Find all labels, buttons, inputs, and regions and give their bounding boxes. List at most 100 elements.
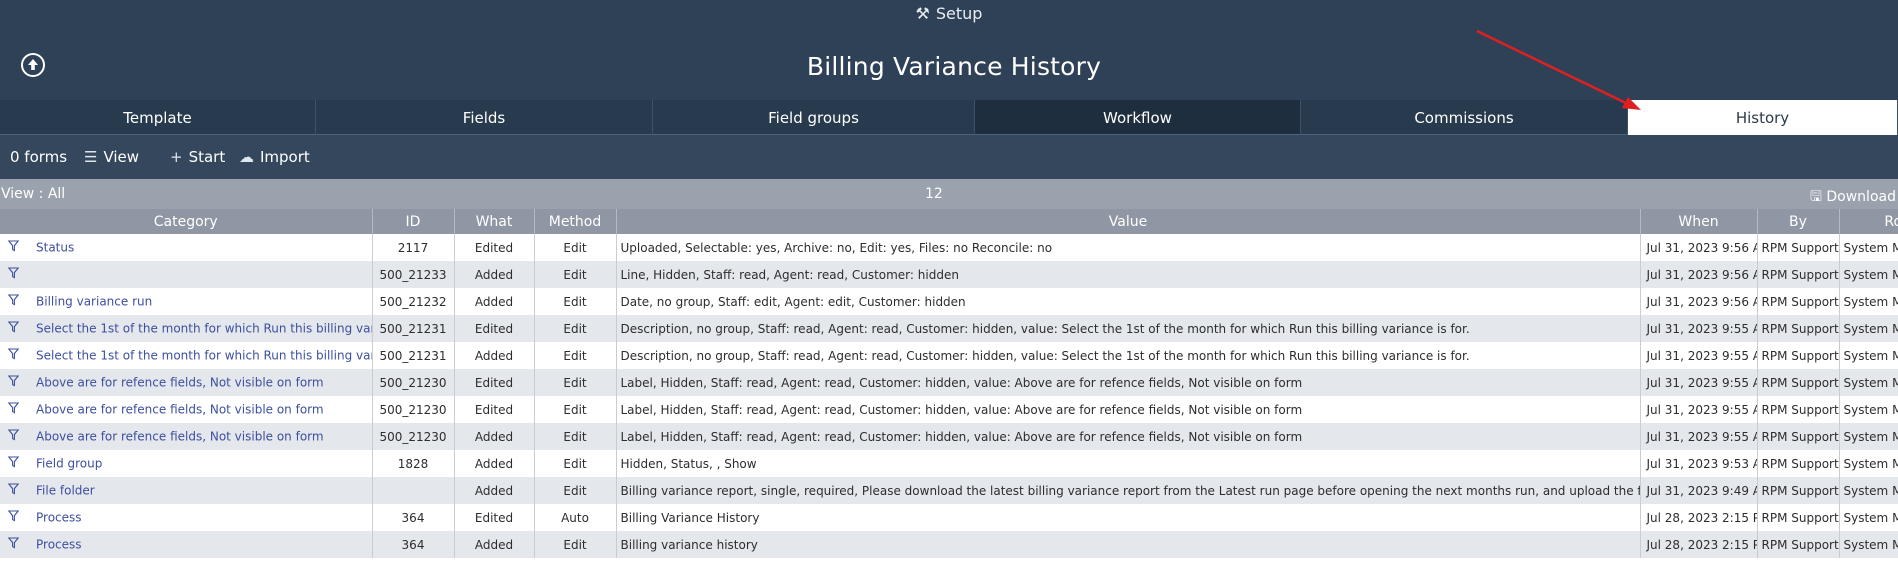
filter-funnel-icon[interactable] bbox=[7, 375, 22, 390]
cell-category: Process bbox=[0, 504, 373, 531]
download-button[interactable]: 🖫 Download bbox=[1810, 186, 1896, 210]
tab-commissions[interactable]: Commissions bbox=[1301, 100, 1628, 135]
table-row[interactable]: Process 364 Edited Auto Billing Variance His… bbox=[0, 504, 1898, 531]
category-link[interactable]: Process bbox=[36, 538, 82, 552]
filter-funnel-icon[interactable] bbox=[7, 240, 22, 255]
table-row[interactable]: Select the 1st of the month for which Ru… bbox=[0, 342, 1898, 369]
tab-template[interactable]: Template bbox=[0, 100, 316, 135]
cell-id: 500_21231 bbox=[372, 315, 455, 342]
start-button[interactable]: + Start bbox=[170, 148, 225, 166]
tab-workflow[interactable]: Workflow bbox=[975, 100, 1301, 135]
tab-field-groups[interactable]: Field groups bbox=[653, 100, 975, 135]
category-link[interactable]: Billing variance run bbox=[36, 295, 152, 309]
table-row[interactable]: Above are for refence fields, Not visibl… bbox=[0, 396, 1898, 423]
cell-what: Edited bbox=[454, 315, 535, 342]
download-tray-icon: 🖫 bbox=[1810, 189, 1822, 205]
cell-id: 500_21230 bbox=[372, 423, 455, 450]
table-row[interactable]: Billing variance run 500_21232 Added Edit Da… bbox=[0, 288, 1898, 315]
cell-when: Jul 31, 2023 9:55 AM bbox=[1640, 396, 1758, 423]
cell-when: Jul 31, 2023 9:49 AM bbox=[1640, 477, 1758, 504]
import-button[interactable]: ☁ Import bbox=[239, 148, 310, 166]
category-link[interactable]: Above are for refence fields, Not visibl… bbox=[36, 376, 324, 390]
column-header-id[interactable]: ID bbox=[372, 209, 455, 234]
filter-funnel-icon[interactable] bbox=[7, 294, 22, 309]
tab-fields[interactable]: Fields bbox=[316, 100, 653, 135]
view-filter-label[interactable]: View : All bbox=[1, 186, 65, 202]
cell-category: Above are for refence fields, Not visibl… bbox=[0, 396, 373, 423]
cell-what: Added bbox=[454, 477, 535, 504]
column-header-by[interactable]: By bbox=[1757, 209, 1840, 234]
column-header-what[interactable]: What bbox=[454, 209, 535, 234]
cell-method: Edit bbox=[534, 369, 617, 396]
column-header-role[interactable]: Role bbox=[1839, 209, 1898, 234]
table-row[interactable]: Process 364 Added Edit Billing variance hist… bbox=[0, 531, 1898, 558]
setup-link[interactable]: ⚒ Setup bbox=[0, 4, 1898, 23]
tab-history[interactable]: History bbox=[1628, 100, 1898, 136]
cell-id: 500_21233 bbox=[372, 261, 455, 288]
cell-what: Edited bbox=[454, 396, 535, 423]
filter-funnel-icon[interactable] bbox=[7, 483, 22, 498]
filter-funnel-icon[interactable] bbox=[7, 267, 22, 282]
setup-label: Setup bbox=[935, 4, 983, 23]
cell-by: RPM Support bbox=[1757, 423, 1840, 450]
table-body: Status 2117 Edited Edit Uploaded, Selectable… bbox=[0, 234, 1898, 558]
cell-value: Line, Hidden, Staff: read, Agent: read, … bbox=[616, 261, 1641, 288]
category-link[interactable]: File folder bbox=[36, 484, 95, 498]
column-header-value[interactable]: Value bbox=[616, 209, 1641, 234]
table-row[interactable]: 500_21233 Added Edit Line, Hidden, Staff: r… bbox=[0, 261, 1898, 288]
cell-category: Process bbox=[0, 531, 373, 558]
table-row[interactable]: Status 2117 Edited Edit Uploaded, Selectable… bbox=[0, 234, 1898, 261]
table-row[interactable]: Above are for refence fields, Not visibl… bbox=[0, 423, 1898, 450]
filter-funnel-icon[interactable] bbox=[7, 510, 22, 525]
cell-id: 500_21230 bbox=[372, 396, 455, 423]
cell-role: System Manager bbox=[1839, 396, 1898, 423]
cell-what: Added bbox=[454, 423, 535, 450]
cell-by: RPM Support bbox=[1757, 369, 1840, 396]
cell-category: Billing variance run bbox=[0, 288, 373, 315]
cell-value: Billing variance report, single, require… bbox=[616, 477, 1641, 504]
cell-id: 2117 bbox=[372, 234, 455, 261]
filter-funnel-icon[interactable] bbox=[7, 348, 22, 363]
category-link[interactable]: Above are for refence fields, Not visibl… bbox=[36, 430, 324, 444]
cell-by: RPM Support bbox=[1757, 396, 1840, 423]
cell-category: Above are for refence fields, Not visibl… bbox=[0, 423, 373, 450]
category-link[interactable]: Select the 1st of the month for which Ru… bbox=[36, 349, 371, 363]
filter-funnel-icon[interactable] bbox=[7, 429, 22, 444]
cell-method: Edit bbox=[534, 234, 617, 261]
table-row[interactable]: Above are for refence fields, Not visibl… bbox=[0, 369, 1898, 396]
column-header-when[interactable]: When bbox=[1640, 209, 1758, 234]
download-label: Download bbox=[1826, 189, 1896, 205]
forms-count: 0 forms bbox=[10, 148, 68, 166]
cell-role: System Manager bbox=[1839, 288, 1898, 315]
cell-method: Edit bbox=[534, 261, 617, 288]
column-header-category[interactable]: Category bbox=[0, 209, 373, 234]
filter-funnel-icon[interactable] bbox=[7, 402, 22, 417]
table-row[interactable]: Select the 1st of the month for which Ru… bbox=[0, 315, 1898, 342]
cell-by: RPM Support bbox=[1757, 504, 1840, 531]
cell-what: Added bbox=[454, 531, 535, 558]
table-row[interactable]: File folder Added Edit Billing variance rep… bbox=[0, 477, 1898, 504]
table-row[interactable]: Field group 1828 Added Edit Hidden, Status, … bbox=[0, 450, 1898, 477]
category-link[interactable]: Select the 1st of the month for which Ru… bbox=[36, 322, 371, 336]
cell-value: Billing variance history bbox=[616, 531, 1641, 558]
cell-what: Added bbox=[454, 288, 535, 315]
category-link[interactable]: Field group bbox=[36, 457, 102, 471]
cell-id bbox=[372, 477, 455, 504]
tab-bar: Template Fields Field groups Workflow Co… bbox=[0, 100, 1898, 136]
column-header-method[interactable]: Method bbox=[534, 209, 617, 234]
cell-category: Above are for refence fields, Not visibl… bbox=[0, 369, 373, 396]
cell-id: 500_21230 bbox=[372, 369, 455, 396]
filter-funnel-icon[interactable] bbox=[7, 537, 22, 552]
plus-icon: + bbox=[170, 148, 183, 166]
category-link[interactable]: Process bbox=[36, 511, 82, 525]
cell-by: RPM Support bbox=[1757, 450, 1840, 477]
cell-by: RPM Support bbox=[1757, 315, 1840, 342]
view-button[interactable]: ☰ View bbox=[84, 148, 139, 166]
category-link[interactable]: Status bbox=[36, 241, 74, 255]
category-link[interactable]: Above are for refence fields, Not visibl… bbox=[36, 403, 324, 417]
filter-funnel-icon[interactable] bbox=[7, 321, 22, 336]
filter-funnel-icon[interactable] bbox=[7, 456, 22, 471]
cell-role: System Manager bbox=[1839, 234, 1898, 261]
cell-method: Edit bbox=[534, 450, 617, 477]
cell-when: Jul 31, 2023 9:56 AM bbox=[1640, 261, 1758, 288]
